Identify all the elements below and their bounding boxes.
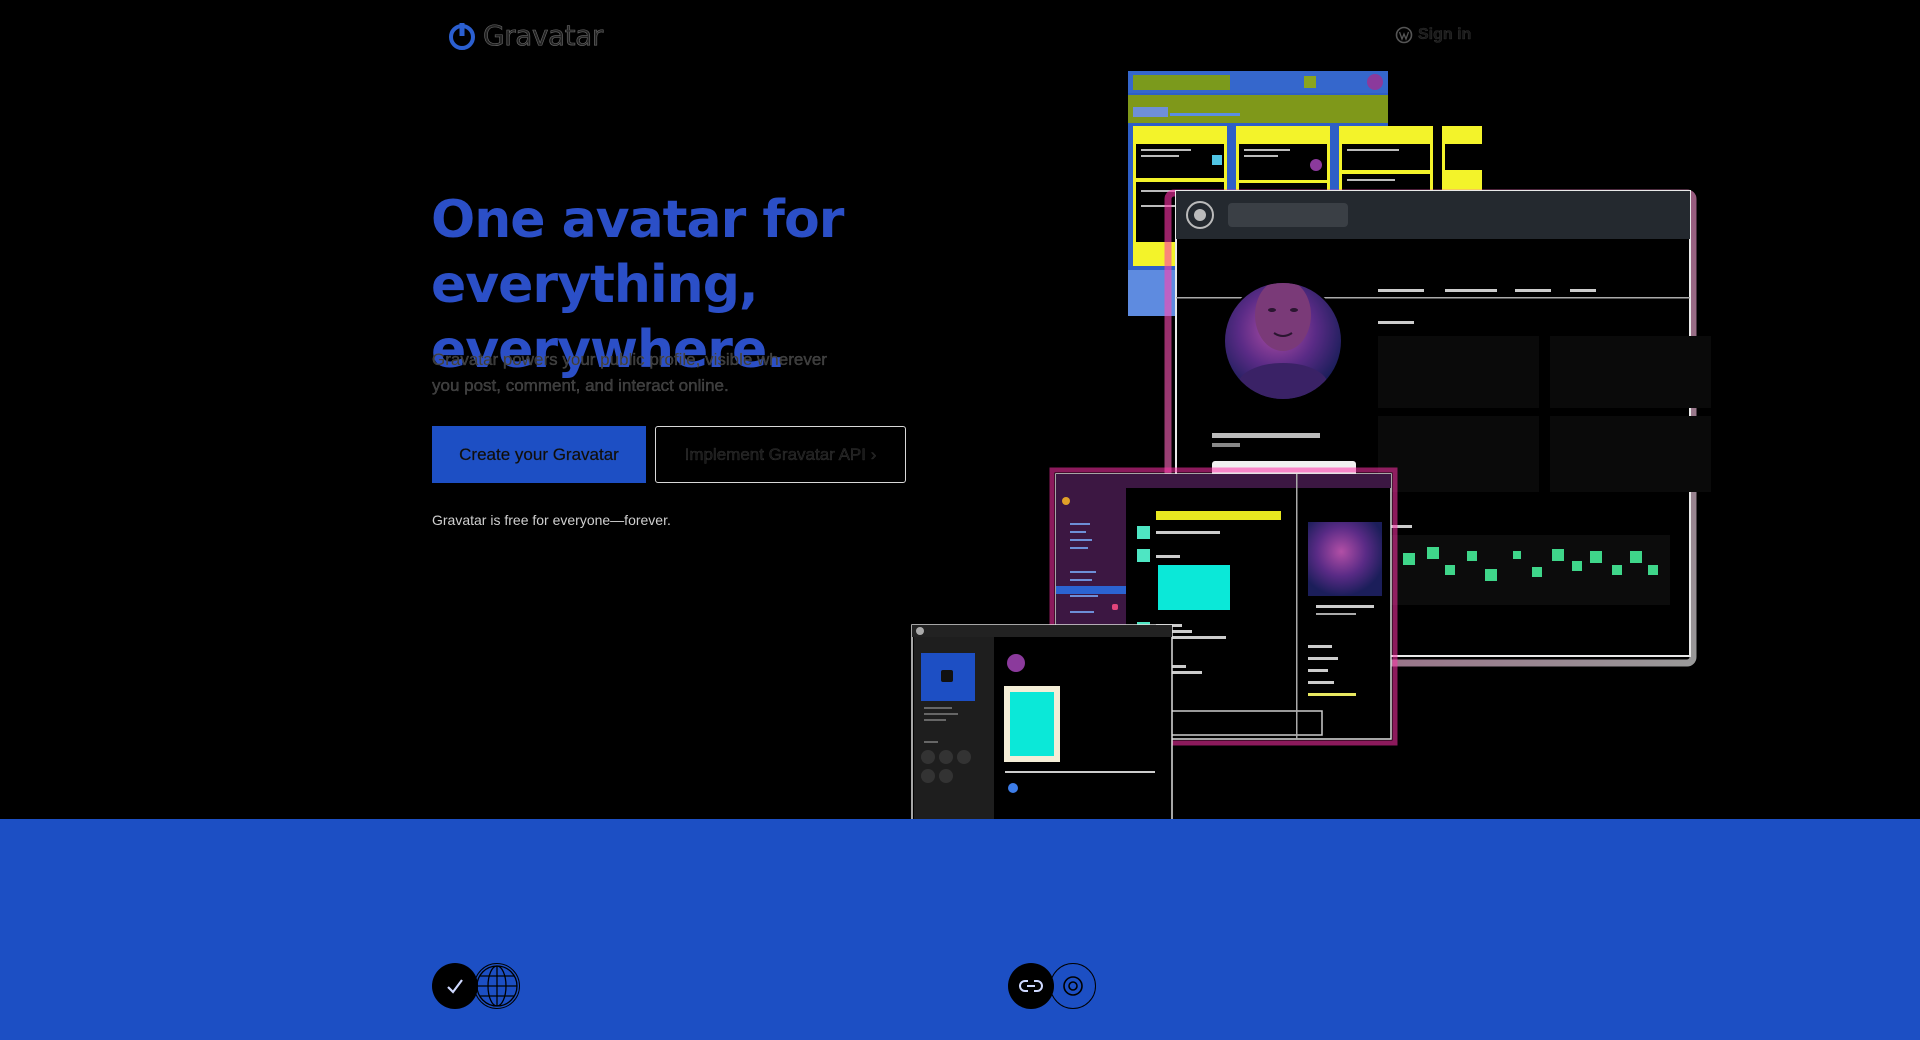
top-navigation: Gravatar Sign in [0,0,1920,70]
link-icon [1008,963,1054,1009]
feature-icons-group-1 [432,963,520,1009]
sign-in-label: Sign in [1418,26,1472,43]
implement-api-button[interactable]: Implement Gravatar API › [655,426,906,483]
settings-icon [1050,963,1096,1009]
feature-icons-group-2 [1008,963,1096,1009]
app-showcase-collage [911,71,1711,820]
hero-title-line1: One avatar for [431,190,844,250]
hero-subtitle: Gravatar powers your public profile, vis… [432,347,862,399]
checkmark-icon [432,963,478,1009]
gravatar-power-icon [449,22,475,50]
hero-subtitle-line2: you post, comment, and interact online. [432,376,729,395]
sign-in-link[interactable]: Sign in [1395,26,1471,44]
features-section [0,819,1920,1040]
hero-subtitle-line1: Gravatar powers your public profile, vis… [432,350,827,369]
wordpress-icon [1395,26,1413,44]
globe-icon [474,963,520,1009]
chevron-right-icon: › [870,444,877,464]
gravatar-logo[interactable]: Gravatar [447,19,604,53]
brand-name: Gravatar [483,19,604,53]
dashboard-app-mock [911,624,1173,820]
free-note: Gravatar is free for everyone—forever. [432,512,671,528]
implement-api-label: Implement Gravatar API [684,444,866,464]
create-gravatar-button[interactable]: Create your Gravatar [432,426,646,483]
